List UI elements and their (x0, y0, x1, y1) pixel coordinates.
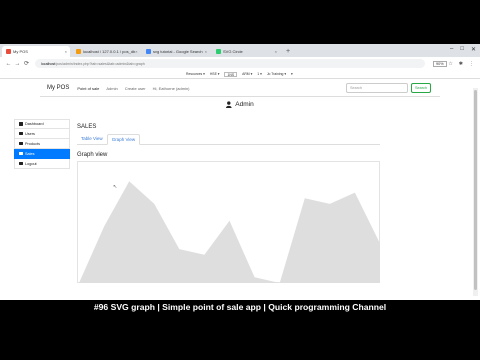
tab-graph-view[interactable]: Graph View (106, 134, 141, 145)
close-tab-icon[interactable]: × (135, 49, 137, 54)
tab-strip: My POS × localhost / 127.0.0.1 / pos_db × sv… (0, 44, 480, 57)
extensions-icon[interactable]: ✱ (459, 61, 463, 67)
favicon-icon (216, 49, 221, 54)
browser-tab[interactable]: My POS × (2, 46, 70, 57)
brand[interactable]: My POS (47, 85, 69, 91)
browser-tab[interactable]: localhost / 127.0.0.1 / pos_db × (72, 46, 140, 57)
logout-icon (19, 161, 23, 166)
close-icon[interactable]: ✕ (471, 46, 476, 53)
reload-icon[interactable]: ⟳ (22, 60, 31, 67)
extension-item[interactable]: 1NS (224, 71, 238, 77)
sidebar-item-label: Sales (25, 151, 35, 156)
browser-window: My POS × localhost / 127.0.0.1 / pos_db × sv… (0, 44, 480, 300)
extension-item[interactable]: Resources ▾ (186, 72, 205, 76)
menu-icon[interactable]: ⋮ (469, 61, 474, 67)
minimize-icon[interactable]: – (450, 46, 453, 53)
new-tab-button[interactable]: + (282, 46, 294, 57)
search-button[interactable]: Search (411, 83, 431, 93)
sidebar-item-users[interactable]: Users (14, 129, 70, 139)
sales-icon (19, 151, 23, 156)
nav-point-of-sale[interactable]: Point of sale (77, 86, 99, 91)
graph-title: Graph view (77, 152, 108, 158)
favicon-icon (146, 49, 151, 54)
browser-tab-label: svg tutorial - Google Search (153, 49, 203, 54)
sidebar-item-label: Products (25, 141, 40, 146)
users-icon (19, 131, 23, 136)
dashboard-icon (19, 122, 23, 126)
back-icon[interactable]: ← (4, 61, 13, 67)
view-tabs: Table View Graph View (77, 134, 380, 145)
sales-graph (77, 161, 380, 283)
star-icon[interactable]: ☆ (448, 61, 452, 67)
section-title: SALES (77, 124, 97, 130)
video-caption: #96 SVG graph | Simple point of sale app… (93, 302, 387, 312)
close-tab-icon[interactable]: × (275, 49, 277, 54)
forward-icon[interactable]: → (13, 61, 22, 67)
address-host: localhost (41, 61, 56, 66)
sidebar-item-sales[interactable]: Sales (14, 149, 70, 159)
toolbar-icons: ☆ ✱ ⋮ (448, 61, 474, 67)
products-icon (19, 141, 23, 146)
sidebar-item-logout[interactable]: Logout (14, 159, 70, 169)
extension-bar: Resources ▾ HSE ▾ 1NS ARM ▾ 1 ▾ Jo Training ▾… (0, 70, 480, 79)
video-frame: My POS × localhost / 127.0.0.1 / pos_db × sv… (0, 0, 480, 360)
admin-heading: Admin (40, 98, 440, 110)
page-margin (0, 80, 40, 300)
sales-area-series (79, 181, 380, 283)
sales-area-chart (79, 181, 380, 283)
window-controls: – □ ✕ (450, 46, 476, 53)
zoom-indicator[interactable]: 90% (433, 60, 447, 67)
browser-tab-label: localhost / 127.0.0.1 / pos_db (83, 49, 136, 54)
sidebar-item-dashboard[interactable]: Dashboard (14, 119, 70, 129)
browser-tab-label: SVG Circle (223, 49, 243, 54)
nav-user-menu[interactable]: Hi, Eathorne (admin) (153, 86, 190, 91)
scrollbar-thumb[interactable] (474, 90, 477, 290)
extension-item[interactable]: ▾ (291, 72, 293, 76)
favicon-icon (76, 49, 81, 54)
close-tab-icon[interactable]: × (205, 49, 207, 54)
admin-title: Admin (235, 100, 254, 108)
address-path: /pos/admin/index.php?tab=sales&tab=admin… (55, 61, 145, 66)
nav-create-user[interactable]: Create user (125, 86, 146, 91)
close-tab-icon[interactable]: × (65, 49, 67, 54)
user-shield-icon (226, 100, 232, 108)
browser-tab[interactable]: SVG Circle × (212, 46, 280, 57)
browser-toolbar: ← → ⟳ localhost /pos/admin/index.php?tab… (0, 57, 480, 70)
sidebar-item-label: Dashboard (25, 122, 44, 126)
sidebar-item-products[interactable]: Products (14, 139, 70, 149)
admin-sidebar: Dashboard Users Products Sales Logout (14, 119, 70, 169)
extension-item[interactable]: HSE ▾ (210, 72, 220, 76)
extension-item[interactable]: 1 ▾ (257, 72, 262, 76)
nav-admin[interactable]: Admin (106, 86, 117, 91)
sidebar-item-label: Users (25, 131, 35, 136)
maximize-icon[interactable]: □ (460, 46, 464, 53)
browser-tab-label: My POS (13, 49, 28, 54)
browser-tab[interactable]: svg tutorial - Google Search × (142, 46, 210, 57)
tab-table-view[interactable]: Table View (77, 134, 107, 145)
extension-item[interactable]: Jo Training ▾ (267, 72, 286, 76)
page-scrollbar[interactable] (473, 88, 478, 296)
favicon-icon (6, 49, 11, 54)
mouse-cursor: ↖ (113, 184, 118, 190)
address-bar[interactable]: localhost /pos/admin/index.php?tab=sales… (35, 59, 425, 68)
search-input[interactable]: Search (346, 83, 408, 93)
sidebar-item-label: Logout (25, 161, 37, 166)
top-navbar: My POS Point of sale Admin Create user H… (40, 80, 440, 97)
extension-item[interactable]: ARM ▾ (242, 72, 252, 76)
